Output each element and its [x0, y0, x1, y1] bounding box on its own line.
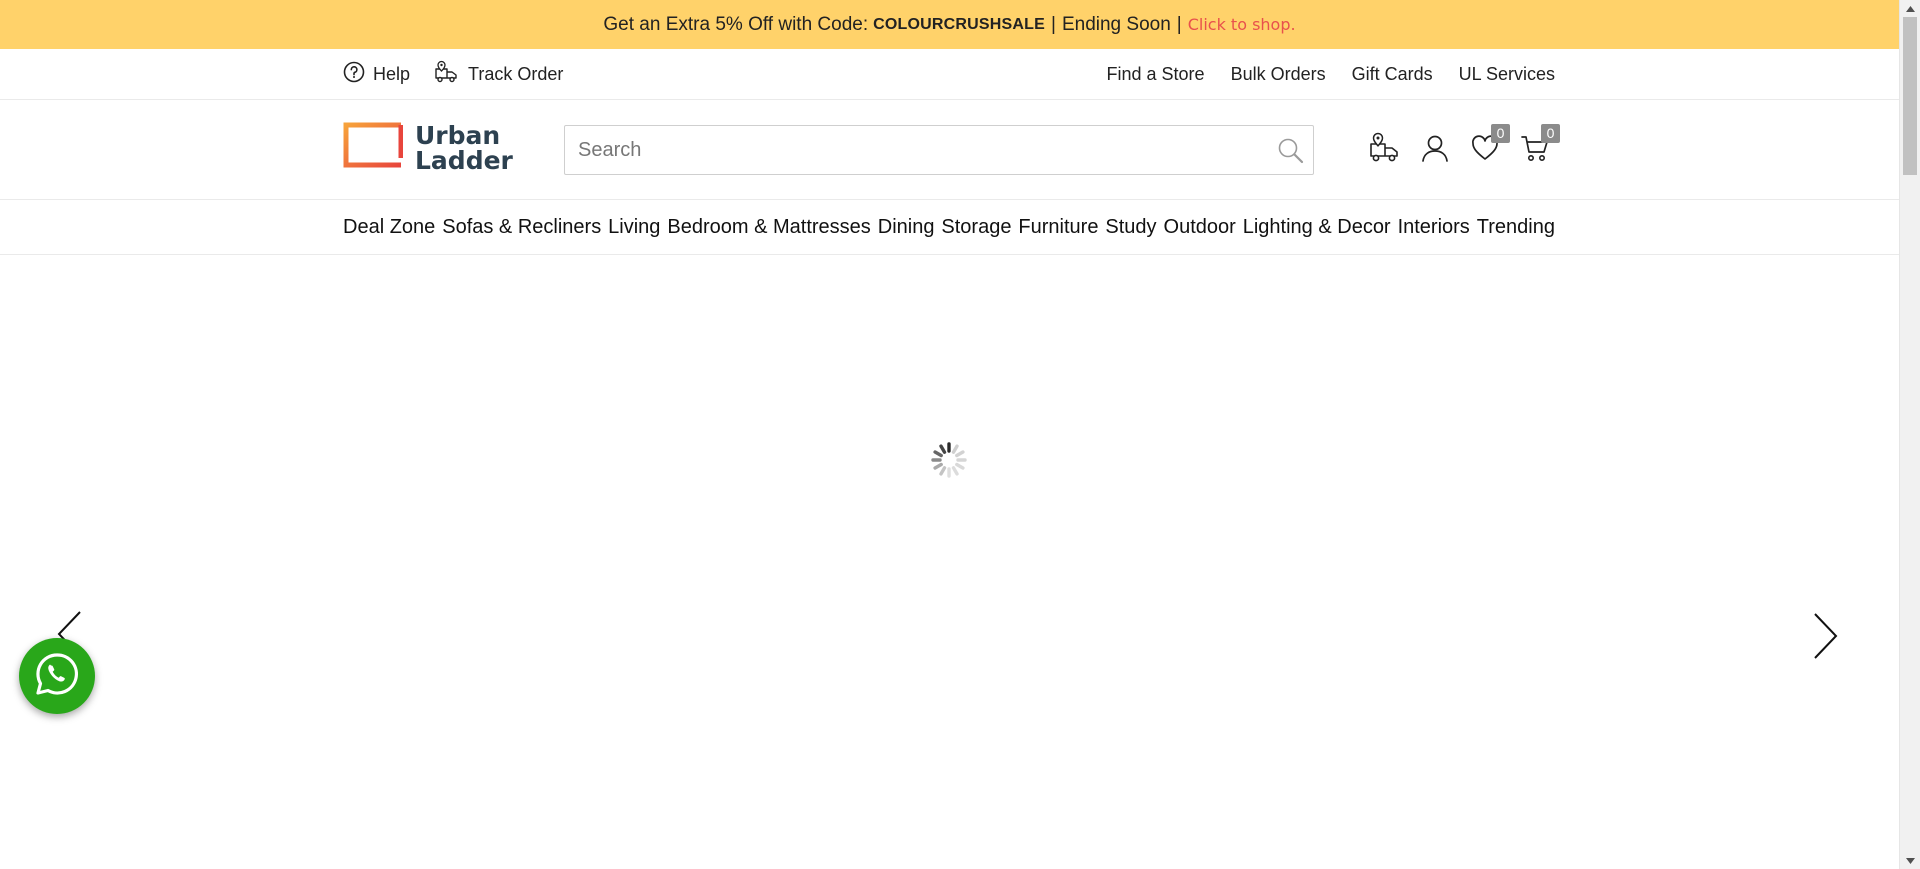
nav-item-outdoor[interactable]: Outdoor — [1164, 216, 1236, 239]
search-box — [564, 125, 1314, 175]
nav-item-furniture[interactable]: Furniture — [1018, 216, 1098, 239]
nav-item-sofas-recliners[interactable]: Sofas & Recliners — [442, 216, 601, 239]
search-icon[interactable] — [1277, 137, 1305, 170]
user-account-icon[interactable] — [1418, 130, 1452, 166]
promo-banner[interactable]: Get an Extra 5% Off with Code: COLOURCRU… — [0, 0, 1899, 49]
scrollbar-thumb[interactable] — [1903, 17, 1917, 175]
nav-item-storage[interactable]: Storage — [941, 216, 1011, 239]
gift-cards-link[interactable]: Gift Cards — [1352, 64, 1433, 85]
carousel-next-arrow-icon[interactable] — [1811, 612, 1839, 665]
logo-wordmark: Urban Ladder — [415, 123, 513, 173]
help-link[interactable]: Help — [343, 61, 410, 88]
promo-prefix: Get an Extra 5% Off with Code: — [603, 13, 869, 35]
promo-cta-link[interactable]: Click to shop. — [1188, 15, 1296, 34]
whatsapp-icon — [34, 651, 80, 702]
cart-icon[interactable]: 0 — [1518, 124, 1560, 166]
nav-item-lighting-decor[interactable]: Lighting & Decor — [1243, 216, 1391, 239]
scroll-down-arrow-icon[interactable] — [1900, 852, 1920, 869]
track-order-link[interactable]: Track Order — [434, 60, 563, 89]
cart-count-badge: 0 — [1541, 124, 1560, 143]
nav-item-dining[interactable]: Dining — [878, 216, 935, 239]
logo-line-2: Ladder — [415, 145, 513, 175]
nav-item-trending[interactable]: Trending — [1477, 216, 1555, 239]
utility-right: Find a Store Bulk Orders Gift Cards UL S… — [1107, 49, 1556, 99]
track-order-label: Track Order — [468, 63, 564, 84]
find-a-store-link[interactable]: Find a Store — [1107, 64, 1205, 85]
bulk-orders-link[interactable]: Bulk Orders — [1231, 64, 1326, 85]
header-icons: 0 0 — [1368, 124, 1560, 166]
store-locator-truck-icon[interactable] — [1368, 130, 1402, 166]
category-nav: Deal Zone Sofas & Recliners Living Bedro… — [0, 200, 1899, 255]
category-nav-list: Deal Zone Sofas & Recliners Living Bedro… — [343, 200, 1555, 254]
promo-code: COLOURCRUSHSALE — [873, 15, 1046, 33]
utility-bar: Help Track Order Find a Store Bulk Order… — [0, 49, 1899, 100]
logo-line-1: Urban — [415, 120, 501, 150]
vertical-scrollbar[interactable] — [1899, 0, 1920, 869]
nav-item-interiors[interactable]: Interiors — [1398, 216, 1470, 239]
nav-item-bedroom-mattresses[interactable]: Bedroom & Mattresses — [667, 216, 870, 239]
urban-ladder-logo[interactable]: Urban Ladder — [343, 122, 513, 173]
ul-services-link[interactable]: UL Services — [1459, 64, 1555, 85]
hero-carousel — [0, 255, 1899, 869]
nav-item-study[interactable]: Study — [1105, 216, 1156, 239]
help-circle-icon — [343, 61, 365, 88]
whatsapp-chat-button[interactable] — [19, 638, 95, 714]
promo-ending-text: Ending Soon — [1061, 13, 1171, 35]
logo-mark-icon — [343, 122, 404, 173]
site-header: Urban Ladder 0 0 — [0, 100, 1899, 200]
search-input[interactable] — [565, 126, 1255, 174]
nav-item-deal-zone[interactable]: Deal Zone — [343, 216, 435, 239]
nav-item-living[interactable]: Living — [608, 216, 660, 239]
wishlist-heart-icon[interactable]: 0 — [1468, 124, 1510, 166]
wishlist-count-badge: 0 — [1491, 124, 1510, 143]
utility-left: Help Track Order — [343, 49, 563, 99]
loading-spinner-icon — [929, 440, 969, 480]
scroll-up-arrow-icon[interactable] — [1900, 0, 1920, 17]
delivery-truck-pin-icon — [434, 60, 460, 89]
promo-separator: | — [1176, 13, 1182, 35]
help-label: Help — [373, 63, 411, 84]
promo-separator: | — [1051, 13, 1056, 35]
